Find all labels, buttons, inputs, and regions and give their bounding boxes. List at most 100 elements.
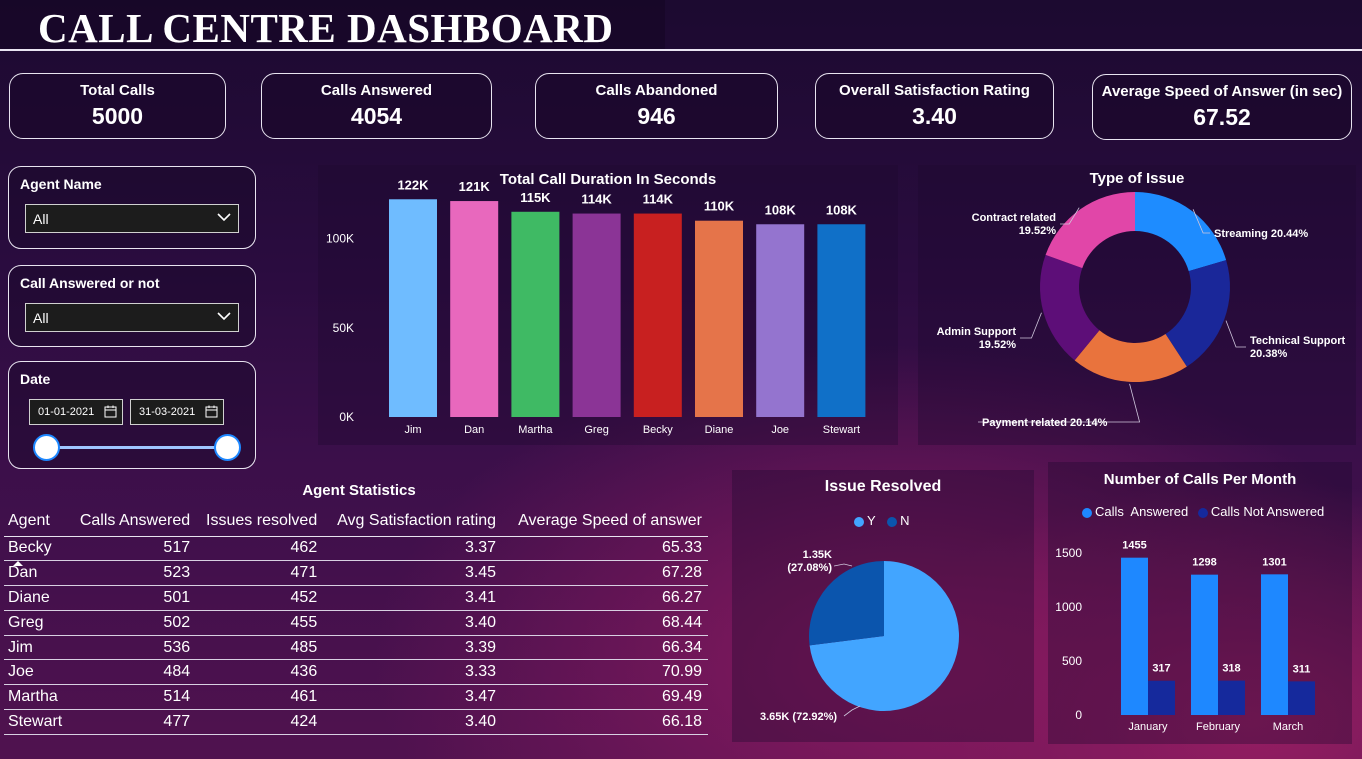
end-date-input[interactable]: 31-03-2021 <box>130 399 224 425</box>
data-label: 317 <box>1152 663 1170 675</box>
bar-dan[interactable] <box>450 201 499 417</box>
slicer-title: Call Answered or not <box>20 275 160 291</box>
table-cell: Stewart <box>4 709 70 735</box>
leader-line <box>843 705 861 717</box>
table-cell: 477 <box>70 709 197 735</box>
date-slider-end-handle[interactable] <box>214 434 241 461</box>
table-cell: 461 <box>196 684 324 711</box>
table-cell: 3.40 <box>323 610 503 636</box>
date-slicer: Date 01-01-2021 31-03-2021 <box>8 361 256 469</box>
table-row[interactable]: Dan 523 471 3.45 67.28 <box>4 560 708 587</box>
bar-january-not-answered[interactable] <box>1148 680 1175 715</box>
bar-greg[interactable] <box>572 213 621 417</box>
issue-resolved-panel: Issue Resolved Y N 1.35K (27.08%) 3.65K (7… <box>732 470 1034 742</box>
y-tick-label: 50K <box>333 321 354 335</box>
x-tick-label: Martha <box>518 424 553 436</box>
column-header-calls-answered[interactable]: Calls Answered <box>70 506 196 536</box>
slice-label: Admin Support 19.52% <box>937 326 1017 351</box>
data-label: 121K <box>459 179 491 194</box>
date-slider-start-handle[interactable] <box>33 434 60 461</box>
table-cell: 66.27 <box>502 585 708 611</box>
table-cell: 471 <box>196 560 324 587</box>
bar-stewart[interactable] <box>817 224 866 417</box>
bar-january-answered[interactable] <box>1121 557 1148 715</box>
table-cell: 502 <box>70 610 197 636</box>
table-cell: 70.99 <box>502 659 708 686</box>
table-cell: 523 <box>70 560 197 587</box>
table-cell: 501 <box>70 585 197 611</box>
kpi-label: Total Calls <box>80 82 155 99</box>
table-cell: 68.44 <box>502 610 708 636</box>
data-label: 108K <box>765 202 797 217</box>
issue-type-donut: Streaming 20.44% Technical Support 20.38% P… <box>937 191 1345 429</box>
start-date-input[interactable]: 01-01-2021 <box>29 399 123 425</box>
kpi-label: Calls Answered <box>320 82 433 99</box>
dropdown-value: All <box>33 211 49 227</box>
table-cell: 65.33 <box>502 536 708 562</box>
table-row[interactable]: Greg 502 455 3.40 68.44 <box>4 610 708 636</box>
table-row[interactable]: Stewart 477 424 3.40 66.18 <box>4 709 708 735</box>
table-cell: 3.45 <box>323 560 503 587</box>
bar-becky[interactable] <box>633 213 682 417</box>
table-row[interactable]: Martha 514 461 3.47 69.49 <box>4 684 708 711</box>
calendar-icon <box>205 405 218 418</box>
agent-name-dropdown[interactable]: All <box>25 204 239 233</box>
x-tick-label: Greg <box>584 424 608 436</box>
column-header-issues-resolved[interactable]: Issues resolved <box>196 506 323 536</box>
x-tick-label: Diane <box>705 424 734 436</box>
bar-martha[interactable] <box>511 211 560 417</box>
date-slider-track[interactable] <box>45 446 225 449</box>
end-date-value: 31-03-2021 <box>139 406 196 418</box>
table-cell: 3.47 <box>323 684 503 711</box>
table-header-row: Agent Calls Answered Issues resolved Avg… <box>4 506 708 566</box>
table-row[interactable]: Joe 484 436 3.33 70.99 <box>4 659 708 686</box>
slice-label-n: 1.35K (27.08%) <box>787 549 832 574</box>
table-row[interactable]: Jim 536 485 3.39 66.34 <box>4 635 708 661</box>
x-tick-label: February <box>1196 721 1241 733</box>
start-date-value: 01-01-2021 <box>38 406 95 418</box>
bar-joe[interactable] <box>756 224 805 417</box>
table-cell: 67.28 <box>502 560 708 587</box>
column-header-speed-of-answer[interactable]: Average Speed of answer <box>502 506 708 536</box>
dropdown-value: All <box>33 310 49 326</box>
table-row[interactable]: Diane 501 452 3.41 66.27 <box>4 585 708 611</box>
bar-march-not-answered[interactable] <box>1288 681 1315 715</box>
column-header-agent[interactable]: Agent <box>4 506 70 566</box>
kpi-value: 3.40 <box>912 103 957 129</box>
x-tick-label: Becky <box>643 424 673 436</box>
bar-february-answered[interactable] <box>1191 574 1218 715</box>
table-cell: 3.37 <box>323 536 503 562</box>
table-row[interactable]: Becky 517 462 3.37 65.33 <box>4 536 708 562</box>
slicer-title: Date <box>20 371 51 387</box>
table-cell: Joe <box>4 659 70 686</box>
slice-label: Contract related 19.52% <box>972 212 1057 237</box>
table-cell: Greg <box>4 610 70 636</box>
kpi-label: Calls Abandoned <box>595 82 718 99</box>
bar-diane[interactable] <box>695 220 743 417</box>
title-divider <box>0 49 1362 51</box>
column-header-satisfaction[interactable]: Avg Satisfaction rating <box>323 506 502 536</box>
call-answered-dropdown[interactable]: All <box>25 303 239 332</box>
kpi-value: 67.52 <box>1193 104 1251 130</box>
slice-streaming[interactable] <box>1135 192 1227 272</box>
issue-type-panel: Type of Issue Streaming 20.44% Technical … <box>918 165 1356 445</box>
table-cell: 66.34 <box>502 635 708 661</box>
table-cell: 3.33 <box>323 659 503 686</box>
call-answered-slicer: Call Answered or not All <box>8 265 256 347</box>
table-cell: 452 <box>196 585 324 611</box>
table-cell: 485 <box>196 635 324 661</box>
bar-february-not-answered[interactable] <box>1218 680 1245 715</box>
bar-march-answered[interactable] <box>1261 574 1288 715</box>
slice-label: Streaming 20.44% <box>1214 228 1308 240</box>
leader-line <box>1225 320 1246 348</box>
chevron-down-icon <box>217 312 231 321</box>
duration-bar-chart: 0K 50K 100K 122K Jim 121K Dan 115K Martha 114K Gre… <box>326 177 866 436</box>
bar-jim[interactable] <box>389 199 437 417</box>
table-cell: 514 <box>70 684 197 711</box>
monthly-calls-panel: Number of Calls Per Month Calls Answered… <box>1048 462 1352 744</box>
data-label: 1455 <box>1122 540 1146 552</box>
slice-contract-related[interactable] <box>1045 191 1135 269</box>
column-header-label: Agent <box>8 511 50 529</box>
table-cell: Diane <box>4 585 70 611</box>
table-cell: 3.40 <box>323 709 503 735</box>
